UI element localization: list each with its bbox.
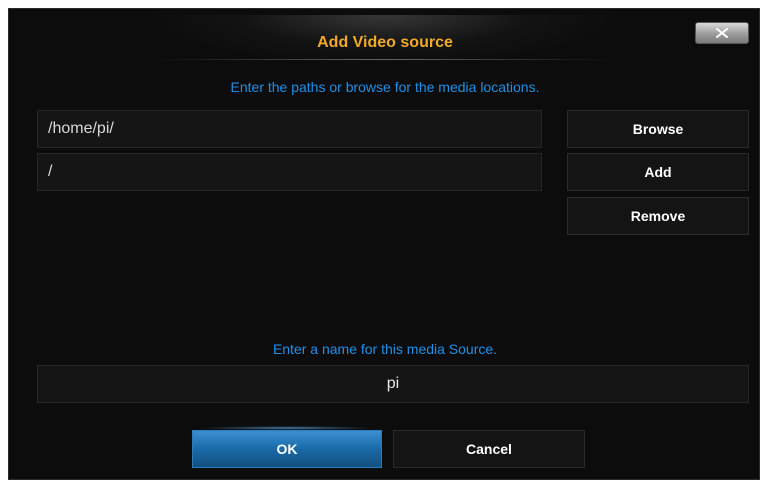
close-icon: [716, 28, 728, 38]
path-field-2[interactable]: /: [37, 153, 542, 191]
cancel-button[interactable]: Cancel: [393, 430, 585, 468]
ok-button[interactable]: OK: [192, 430, 382, 468]
name-instruction: Enter a name for this media Source.: [272, 341, 498, 357]
close-button[interactable]: [695, 22, 749, 44]
path-field-1[interactable]: /home/pi/: [37, 110, 542, 148]
source-name-input[interactable]: pi: [37, 365, 749, 403]
dialog-title: Add Video source: [317, 34, 453, 51]
add-button[interactable]: Add: [567, 153, 749, 191]
header-divider: [159, 59, 609, 60]
paths-instruction: Enter the paths or browse for the media …: [230, 79, 540, 95]
browse-button[interactable]: Browse: [567, 110, 749, 148]
add-video-source-dialog: Add Video source Enter the paths or brow…: [8, 8, 760, 480]
remove-button[interactable]: Remove: [567, 197, 749, 235]
